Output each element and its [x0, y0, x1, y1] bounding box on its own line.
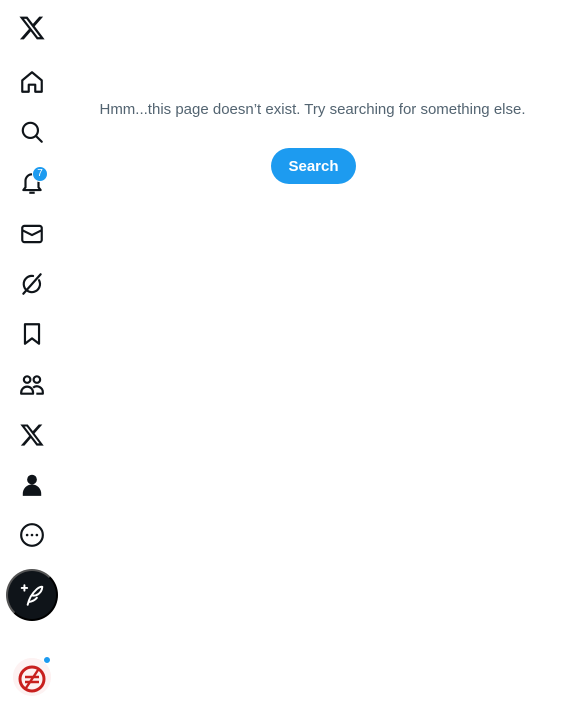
x-logo-icon	[19, 16, 45, 40]
sidebar-item-more[interactable]	[7, 510, 57, 560]
feather-plus-icon	[20, 584, 44, 606]
notification-count-badge: 7	[32, 166, 48, 182]
account-notification-dot	[43, 656, 51, 664]
sidebar-item-premium[interactable]	[7, 410, 57, 460]
page-not-found-message: Hmm...this page doesn’t exist. Try searc…	[99, 101, 526, 118]
sidebar-item-profile[interactable]	[7, 460, 57, 510]
sidebar-item-home[interactable]	[7, 57, 57, 107]
app-root: 7 Hmm...this page doesn’t exist. Try sea…	[0, 0, 561, 716]
person-icon	[22, 474, 42, 496]
sidebar-item-communities[interactable]	[7, 360, 57, 410]
grok-icon	[22, 273, 42, 295]
x-logo-link[interactable]	[7, 3, 57, 53]
sidebar-nav: 7	[0, 0, 64, 716]
sidebar-item-grok[interactable]	[7, 259, 57, 309]
sidebar-item-explore[interactable]	[7, 107, 57, 157]
people-icon	[20, 375, 44, 395]
more-circle-icon	[20, 523, 44, 547]
envelope-icon	[21, 224, 43, 244]
bookmark-icon	[23, 323, 41, 345]
sidebar-item-notifications[interactable]	[7, 158, 57, 208]
x-logo-icon	[20, 424, 44, 446]
sidebar-item-bookmarks[interactable]	[7, 309, 57, 359]
search-button[interactable]: Search	[271, 148, 356, 184]
search-icon	[21, 121, 43, 143]
sidebar-item-messages[interactable]	[7, 209, 57, 259]
home-icon	[21, 71, 43, 93]
compose-post-button[interactable]	[6, 569, 58, 621]
